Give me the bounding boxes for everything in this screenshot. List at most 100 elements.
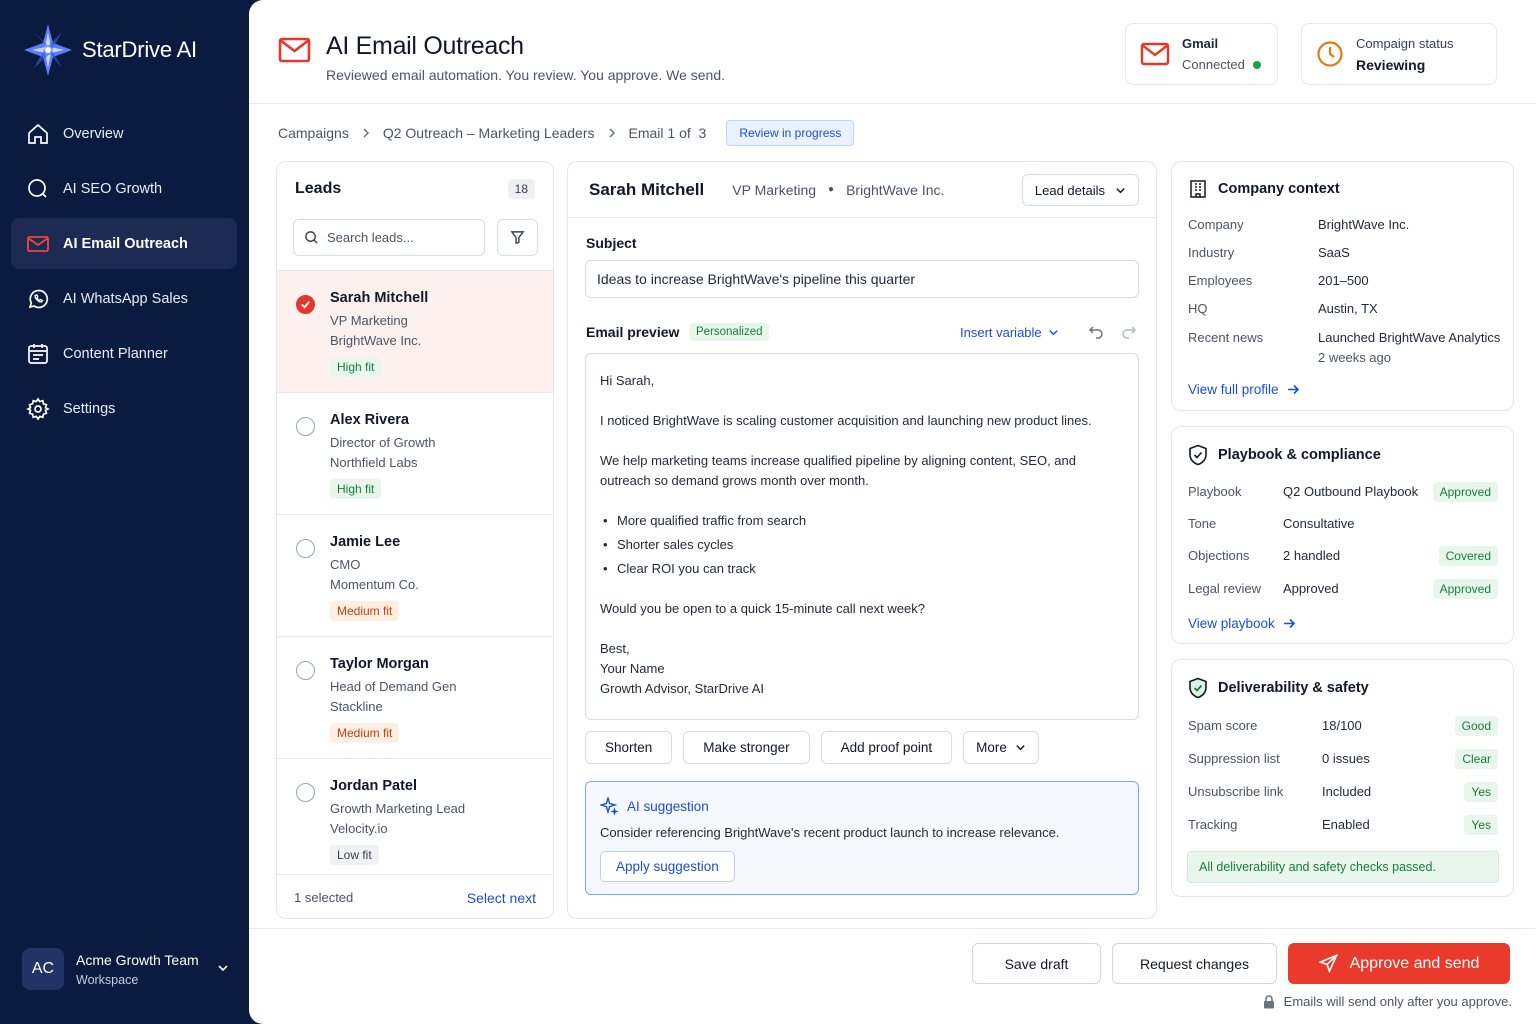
playbook-compliance-card: Playbook & compliance Playbook Q2 Outbou… (1171, 426, 1514, 644)
whatsapp-icon (28, 289, 49, 308)
sidebar: StarDrive AI Overview AI SEO Growth AI E… (0, 0, 249, 1024)
workspace-name: Acme Growth Team (76, 951, 199, 968)
lead-checkbox[interactable] (296, 783, 315, 802)
chevron-down-icon (1016, 745, 1025, 751)
email-preview-label: Email preview (586, 324, 680, 340)
more-dropdown[interactable]: More (963, 731, 1039, 764)
company-context-title: Company context (1218, 181, 1340, 197)
connected-dot (1252, 60, 1261, 69)
email-bullet: More qualified traffic from search (600, 511, 1124, 531)
main-content: AI Email Outreach Reviewed email automat… (249, 0, 1536, 1024)
workspace-type: Workspace (76, 972, 139, 987)
legal-review-key: Legal review (1188, 581, 1261, 596)
insert-variable-dropdown[interactable]: Insert variable (960, 325, 1059, 340)
filter-icon (510, 231, 525, 245)
lead-checkbox[interactable] (296, 661, 315, 680)
sidebar-item-ai-email-outreach[interactable]: AI Email Outreach (11, 218, 237, 269)
yes-badge: Yes (1464, 782, 1498, 802)
recent-news-key: Recent news (1188, 330, 1264, 345)
lead-company: Stackline (330, 699, 383, 714)
review-status-badge: Review in progress (726, 120, 855, 146)
lead-item-jordan-patel[interactable]: Jordan Patel Growth Marketing Lead Veloc… (277, 758, 553, 874)
good-badge: Good (1454, 716, 1498, 736)
sidebar-item-ai-seo-growth[interactable]: AI SEO Growth (11, 163, 237, 214)
lead-item-sarah-mitchell[interactable]: Sarah Mitchell VP Marketing BrightWave I… (277, 270, 553, 392)
covered-badge: Covered (1438, 546, 1498, 566)
save-draft-button[interactable]: Save draft (972, 943, 1101, 984)
selected-count: 1 selected (294, 890, 354, 905)
app-logo[interactable]: StarDrive AI (22, 22, 197, 78)
shorten-button[interactable]: Shorten (585, 731, 673, 764)
search-icon (305, 231, 318, 244)
spam-score-key: Spam score (1188, 718, 1258, 733)
separator-dot: ● (828, 184, 835, 195)
leads-title: Leads (295, 180, 342, 197)
recipient-company: BrightWave Inc. (846, 181, 945, 198)
gmail-status-card[interactable]: Gmail Connected (1125, 23, 1278, 85)
recent-news-value: Launched BrightWave Analytics (1318, 330, 1501, 345)
yes-badge: Yes (1464, 815, 1498, 835)
chevron-right-icon (363, 128, 369, 138)
breadcrumb-campaigns[interactable]: Campaigns (278, 125, 349, 141)
campaign-status-card[interactable]: Compaign status Reviewing (1301, 23, 1497, 85)
lead-item-alex-rivera[interactable]: Alex Rivera Director of Growth Northfiel… (277, 392, 553, 514)
email-sig-title: Growth Advisor, StarDrive AI (600, 681, 765, 696)
lead-name: Taylor Morgan (330, 656, 429, 672)
lead-checkbox[interactable] (296, 417, 315, 436)
lead-name: Jamie Lee (330, 534, 401, 550)
email-body-editor[interactable]: Hi Sarah, I noticed BrightWave is scalin… (585, 353, 1139, 720)
lead-role: Growth Marketing Lead (330, 801, 466, 816)
ai-suggestion-box: AI suggestion Consider referencing Brigh… (585, 781, 1139, 895)
redo-icon[interactable] (1121, 325, 1137, 339)
lead-company: Velocity.io (330, 821, 388, 836)
lead-checkbox-checked[interactable] (296, 295, 315, 314)
insert-variable-label: Insert variable (960, 325, 1042, 340)
chevron-down-icon (1116, 187, 1125, 193)
subject-label: Subject (586, 235, 637, 251)
approve-and-send-button[interactable]: Approve and send (1288, 943, 1510, 984)
gmail-icon (1140, 42, 1170, 66)
arrow-right-icon (1287, 384, 1299, 395)
sidebar-item-overview[interactable]: Overview (11, 108, 237, 159)
undo-icon[interactable] (1088, 325, 1104, 339)
sidebar-item-settings[interactable]: Settings (11, 383, 237, 434)
tone-value: Consultative (1283, 516, 1355, 531)
lead-company: Northfield Labs (330, 455, 418, 470)
sidebar-item-ai-whatsapp-sales[interactable]: AI WhatsApp Sales (11, 273, 237, 324)
lead-checkbox[interactable] (296, 539, 315, 558)
email-greeting: Hi Sarah, (600, 373, 655, 388)
approval-note: Emails will send only after you approve. (1263, 994, 1512, 1009)
spam-score-value: 18/100 (1322, 718, 1362, 733)
filter-button[interactable] (497, 219, 538, 256)
fit-badge: High fit (330, 479, 382, 499)
breadcrumb-campaign-name[interactable]: Q2 Outreach – Marketing Leaders (383, 125, 595, 141)
subject-input[interactable]: Ideas to increase BrightWave's pipeline … (585, 260, 1139, 298)
apply-suggestion-button[interactable]: Apply suggestion (600, 851, 735, 882)
view-playbook-link[interactable]: View playbook (1188, 616, 1296, 631)
recent-news-date: 2 weeks ago (1318, 350, 1391, 365)
lead-role: Director of Growth (330, 435, 436, 450)
lead-item-taylor-morgan[interactable]: Taylor Morgan Head of Demand Gen Stackli… (277, 636, 553, 758)
add-proof-point-button[interactable]: Add proof point (820, 731, 953, 764)
chevron-down-icon (1048, 330, 1058, 336)
email-sig-name: Your Name (600, 661, 665, 676)
checks-passed-banner: All deliverability and safety checks pas… (1187, 851, 1499, 883)
sparkle-icon (600, 797, 618, 815)
lead-search-input[interactable]: Search leads... (293, 219, 485, 256)
lead-item-jamie-lee[interactable]: Jamie Lee CMO Momentum Co. Medium fit (277, 514, 553, 636)
sidebar-item-content-planner[interactable]: Content Planner (11, 328, 237, 379)
view-playbook-label: View playbook (1188, 616, 1275, 631)
request-changes-button[interactable]: Request changes (1112, 943, 1277, 984)
select-next-link[interactable]: Select next (467, 890, 536, 906)
view-full-profile-link[interactable]: View full profile (1188, 382, 1300, 397)
make-stronger-button[interactable]: Make stronger (683, 731, 810, 764)
lead-details-button[interactable]: Lead details (1021, 174, 1139, 206)
leads-panel: Leads 18 Search leads... Sarah Mitchell … (276, 161, 554, 919)
company-key: Company (1188, 217, 1244, 232)
send-icon (1318, 954, 1338, 973)
playbook-title: Playbook & compliance (1218, 447, 1381, 463)
breadcrumb: Campaigns Q2 Outreach – Marketing Leader… (278, 120, 855, 146)
star-logo-icon (24, 24, 72, 76)
deliverability-title: Deliverability & safety (1218, 680, 1369, 696)
workspace-switcher[interactable]: AC Acme Growth Team Workspace (22, 948, 232, 990)
